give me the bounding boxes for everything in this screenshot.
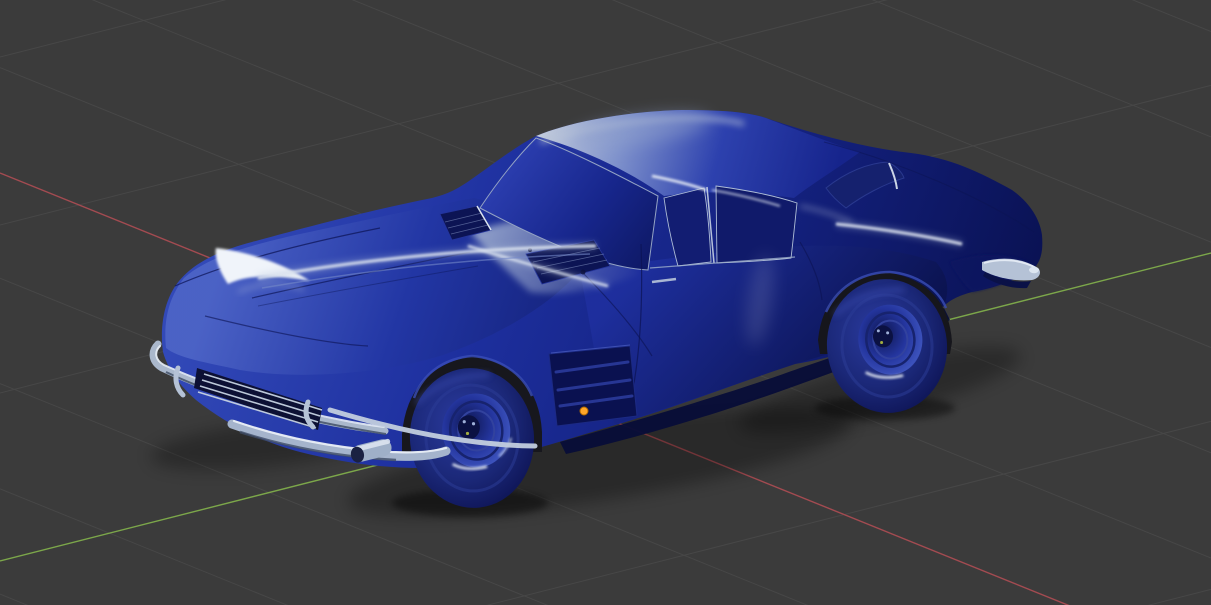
side-gills [548, 344, 638, 427]
3d-viewport[interactable] [0, 0, 1211, 605]
viewport-canvas[interactable] [0, 0, 1211, 605]
object-origin-dot [579, 406, 589, 416]
wiper-base-dot [580, 269, 586, 275]
